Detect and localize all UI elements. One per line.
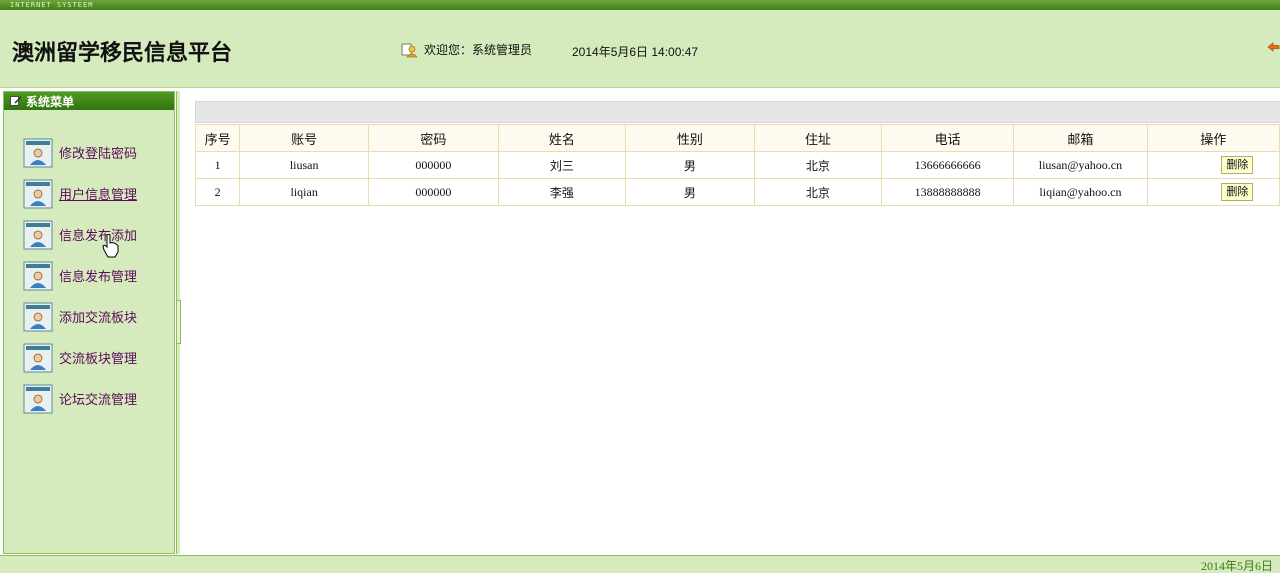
delete-button[interactable]: 删除 (1221, 183, 1254, 201)
menu-item-add-forum-section[interactable]: 添加交流板块 (23, 296, 137, 337)
menu-item-label: 用户信息管理 (59, 188, 138, 203)
menu-edit-icon (10, 96, 22, 106)
menu-item-forum-manage[interactable]: 论坛交流管理 (23, 378, 137, 419)
menu-item-label: 信息发布添加 (59, 229, 138, 244)
cell-gender: 男 (625, 178, 755, 206)
table-row: 1 liusan 000000 刘三 男 北京 13666666666 lius… (194, 151, 1280, 179)
table-row: 2 liqian 000000 李强 男 北京 13888888888 liqi… (194, 178, 1280, 206)
col-header-name: 姓名 (497, 124, 627, 152)
user-table: 序号 账号 密码 姓名 性别 住址 电话 邮箱 操作 1 liusan 0000… (194, 124, 1280, 206)
user-page-icon (23, 220, 53, 249)
user-page-icon (23, 179, 53, 208)
user-page-icon (23, 261, 53, 290)
main-content: 序号 账号 密码 姓名 性别 住址 电话 邮箱 操作 1 liusan 0000… (182, 91, 1280, 554)
exit-icon[interactable] (1266, 40, 1280, 54)
user-page-icon (23, 343, 53, 372)
cell-address: 北京 (753, 151, 883, 179)
top-strip: INTERNET SYSTEEM (0, 0, 1280, 10)
hand-cursor-icon (102, 234, 119, 258)
menu-item-label: 论坛交流管理 (59, 393, 138, 408)
cell-address: 北京 (753, 178, 883, 206)
welcome-text: 欢迎您：系统管理员 (424, 43, 533, 57)
sidebar: 系统菜单 修改登陆密码 用户信息管理 信息发布添加 信息发布管理 添加交流板块 … (3, 91, 175, 554)
cell-gender: 男 (625, 151, 755, 179)
footer-date: 2014年5月6日 (1201, 559, 1274, 573)
site-title: 澳洲留学移民信息平台 (12, 40, 233, 66)
col-header-phone: 电话 (881, 124, 1015, 152)
sidebar-title: 系统菜单 (26, 94, 75, 109)
col-header-action: 操作 (1146, 124, 1280, 152)
cell-action: 删除 (1146, 178, 1280, 206)
menu-item-change-password[interactable]: 修改登陆密码 (23, 132, 137, 173)
footer: 2014年5月6日 (0, 555, 1280, 573)
menu-item-user-management[interactable]: 用户信息管理 (23, 173, 137, 214)
menu-item-label: 添加交流板块 (59, 311, 138, 326)
col-header-address: 住址 (753, 124, 883, 152)
delete-button[interactable]: 删除 (1221, 156, 1254, 174)
cell-email: liusan@yahoo.cn (1013, 151, 1148, 179)
table-header-row: 序号 账号 密码 姓名 性别 住址 电话 邮箱 操作 (194, 124, 1280, 152)
cell-password: 000000 (368, 151, 499, 179)
cell-seq: 1 (194, 151, 241, 179)
menu-list: 修改登陆密码 用户信息管理 信息发布添加 信息发布管理 添加交流板块 交流板块管… (23, 132, 137, 419)
menu-item-info-publish-manage[interactable]: 信息发布管理 (23, 255, 137, 296)
cell-account: liqian (239, 178, 370, 206)
cell-seq: 2 (194, 178, 241, 206)
current-datetime: 2014年5月6日 14:00:47 (572, 45, 699, 59)
menu-item-label: 交流板块管理 (59, 352, 138, 367)
sidebar-header: 系统菜单 (4, 92, 174, 110)
cell-password: 000000 (368, 178, 499, 206)
cell-account: liusan (239, 151, 370, 179)
sidebar-collapse-handle[interactable] (176, 300, 181, 344)
user-page-icon (23, 384, 53, 413)
col-header-gender: 性别 (625, 124, 755, 152)
menu-item-forum-section-manage[interactable]: 交流板块管理 (23, 337, 137, 378)
col-header-seq: 序号 (194, 124, 241, 152)
menu-item-label: 修改登陆密码 (59, 147, 138, 162)
menu-item-label: 信息发布管理 (59, 270, 138, 285)
cell-phone: 13888888888 (881, 178, 1015, 206)
toolbar-bar (195, 101, 1280, 123)
welcome-area: 欢迎您：系统管理员 (401, 41, 532, 58)
user-icon (401, 43, 417, 57)
col-header-password: 密码 (368, 124, 499, 152)
cell-phone: 13666666666 (881, 151, 1015, 179)
col-header-email: 邮箱 (1013, 124, 1148, 152)
col-header-account: 账号 (239, 124, 370, 152)
user-page-icon (23, 138, 53, 167)
cell-email: liqian@yahoo.cn (1013, 178, 1148, 206)
cell-action: 删除 (1146, 151, 1280, 179)
user-page-icon (23, 302, 53, 331)
cell-name: 刘三 (497, 151, 627, 179)
cell-name: 李强 (497, 178, 627, 206)
header: 澳洲留学移民信息平台 欢迎您：系统管理员 2014年5月6日 14:00:47 (0, 10, 1280, 88)
system-tagline: INTERNET SYSTEEM (10, 1, 94, 9)
